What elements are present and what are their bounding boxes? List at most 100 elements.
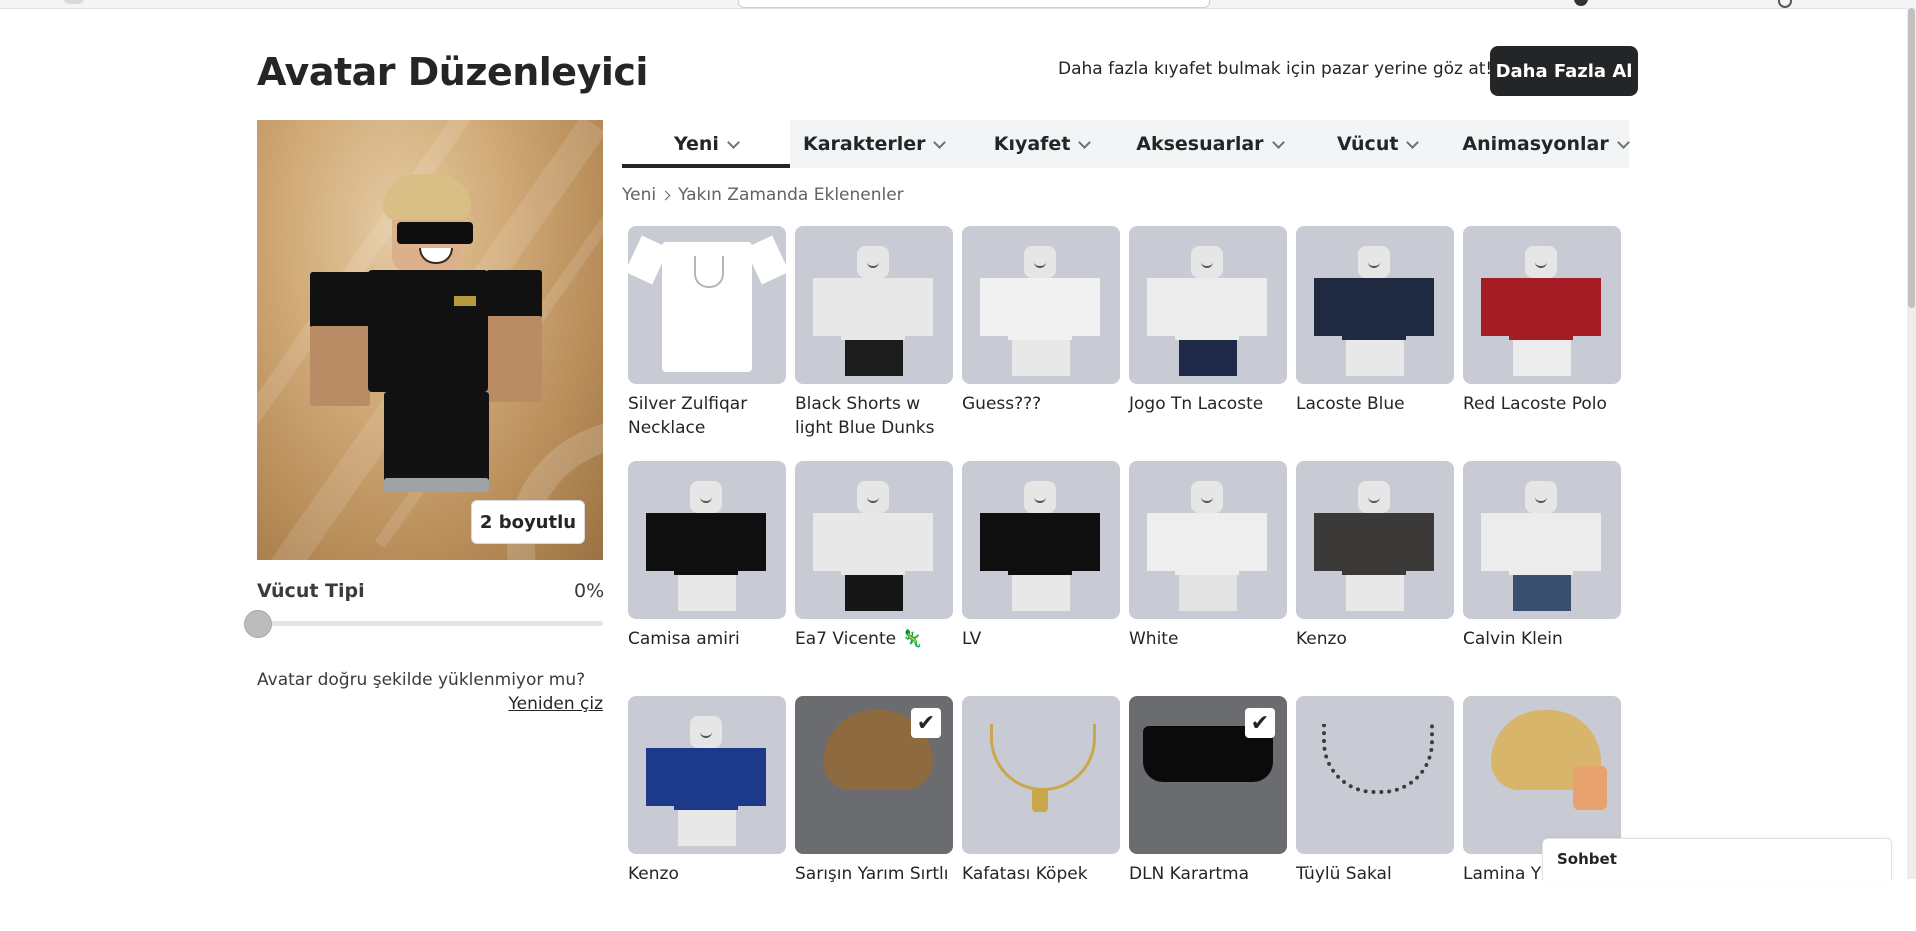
mannequin-torso [1509,513,1573,575]
item-thumbnail[interactable] [1296,226,1454,384]
mannequin-legs [1346,340,1404,376]
item-name[interactable]: Sarışın Yarım Sırtlı [795,862,953,886]
checkmark-icon[interactable]: ✔ [911,708,941,738]
item-thumbnail[interactable] [628,461,786,619]
avatar-left-arm [310,272,370,328]
beard-graphic [1322,724,1434,794]
item-thumbnail[interactable] [1463,696,1621,854]
item-thumbnail[interactable] [1296,461,1454,619]
item-card[interactable]: LV [962,461,1120,696]
item-thumbnail[interactable] [1129,226,1287,384]
item-card[interactable]: Kenzo [1296,461,1454,696]
item-card[interactable]: Kenzo [628,696,786,931]
item-name[interactable]: Lacoste Blue [1296,392,1454,416]
top-navigation-bar [0,0,1916,9]
item-card[interactable]: Red Lacoste Polo [1463,226,1621,461]
search-input[interactable] [738,0,1210,8]
breadcrumb: Yeni Yakın Zamanda Eklenenler [622,185,904,205]
item-card[interactable]: White [1129,461,1287,696]
item-card[interactable]: Calvin Klein [1463,461,1621,696]
tab-5[interactable]: Animasyonlar [1461,120,1630,168]
item-thumbnail[interactable] [1296,696,1454,854]
item-name[interactable]: White [1129,627,1287,651]
item-thumbnail[interactable] [962,461,1120,619]
item-thumbnail[interactable] [1463,461,1621,619]
get-more-button[interactable]: Daha Fazla Al [1490,46,1638,96]
mannequin-torso [1175,513,1239,575]
mannequin-arm [980,513,1010,571]
mannequin-legs [1513,575,1571,611]
tab-2[interactable]: Kıyafet [958,120,1126,168]
item-thumbnail[interactable]: ✔ [1129,696,1287,854]
mannequin-legs [678,575,736,611]
item-card[interactable]: ✔ DLN Karartma [1129,696,1287,931]
redraw-link[interactable]: Yeniden çiz [508,694,603,714]
body-type-slider-track[interactable] [257,621,603,626]
item-card[interactable]: Kafatası Köpek [962,696,1120,931]
item-name[interactable]: Kafatası Köpek [962,862,1120,886]
item-name[interactable]: Guess??? [962,392,1120,416]
mannequin-torso [1342,513,1406,575]
item-thumbnail[interactable]: ✔ [795,696,953,854]
scrollbar-thumb[interactable] [1908,8,1915,308]
tab-label: Aksesuarlar [1136,133,1264,155]
tab-4[interactable]: Vücut [1293,120,1461,168]
item-card[interactable]: Silver Zulfiqar Necklace [628,226,786,461]
body-type-slider-thumb[interactable] [244,610,272,638]
mannequin-torso [674,513,738,575]
item-thumbnail[interactable] [1129,461,1287,619]
item-thumbnail[interactable] [1463,226,1621,384]
mannequin-torso [841,278,905,340]
chat-label: Sohbet [1557,850,1617,868]
item-card[interactable]: Jogo Tn Lacoste [1129,226,1287,461]
avatar-preview[interactable]: 2 boyutlu [257,120,603,560]
item-thumbnail[interactable] [628,696,786,854]
item-card[interactable]: Tüylü Sakal [1296,696,1454,931]
item-name[interactable]: Black Shorts w light Blue Dunks [795,392,953,440]
notification-icon[interactable] [1574,0,1588,6]
item-name[interactable]: DLN Karartma [1129,862,1287,886]
mannequin-arm [1070,278,1100,336]
item-card[interactable]: Lamina Y [1463,696,1621,931]
checkmark-icon[interactable]: ✔ [1245,708,1275,738]
item-thumbnail[interactable] [962,696,1120,854]
item-name[interactable]: LV [962,627,1120,651]
tab-3[interactable]: Aksesuarlar [1125,120,1293,168]
item-thumbnail[interactable] [795,226,953,384]
tab-1[interactable]: Karakterler [790,120,958,168]
item-name[interactable]: Silver Zulfiqar Necklace [628,392,786,440]
mannequin-arm [1481,513,1511,571]
item-card[interactable]: Black Shorts w light Blue Dunks [795,226,953,461]
item-card[interactable]: Lacoste Blue [1296,226,1454,461]
item-thumbnail[interactable] [628,226,786,384]
item-name[interactable]: Tüylü Sakal [1296,862,1454,886]
item-name[interactable]: Kenzo [1296,627,1454,651]
item-card[interactable]: Guess??? [962,226,1120,461]
settings-icon[interactable] [1778,0,1792,8]
item-card[interactable]: Ea7 Vicente 🦎 [795,461,953,696]
breadcrumb-root[interactable]: Yeni [622,185,656,205]
item-name[interactable]: Kenzo [628,862,786,886]
chat-panel[interactable]: Sohbet [1542,838,1892,880]
toggle-2d-button[interactable]: 2 boyutlu [471,500,585,544]
mannequin-arm [1147,513,1177,571]
page-scrollbar[interactable] [1907,8,1916,879]
item-thumbnail[interactable] [795,461,953,619]
mannequin-arm [1237,513,1267,571]
item-card[interactable]: Camisa amiri [628,461,786,696]
item-name[interactable]: Ea7 Vicente 🦎 [795,627,953,651]
tab-0[interactable]: Yeni [622,120,790,168]
menu-icon[interactable] [64,0,84,4]
item-thumbnail[interactable] [962,226,1120,384]
item-name[interactable]: Red Lacoste Polo [1463,392,1621,416]
mannequin-arm [1314,513,1344,571]
chevron-right-icon [660,190,671,200]
item-name[interactable]: Camisa amiri [628,627,786,651]
mannequin-legs [1346,575,1404,611]
page-title: Avatar Düzenleyici [257,50,648,94]
item-name[interactable]: Calvin Klein [1463,627,1621,651]
mannequin-arm [980,278,1010,336]
item-name[interactable]: Jogo Tn Lacoste [1129,392,1287,416]
pendant-graphic [1032,788,1048,812]
item-card[interactable]: ✔ Sarışın Yarım Sırtlı [795,696,953,931]
